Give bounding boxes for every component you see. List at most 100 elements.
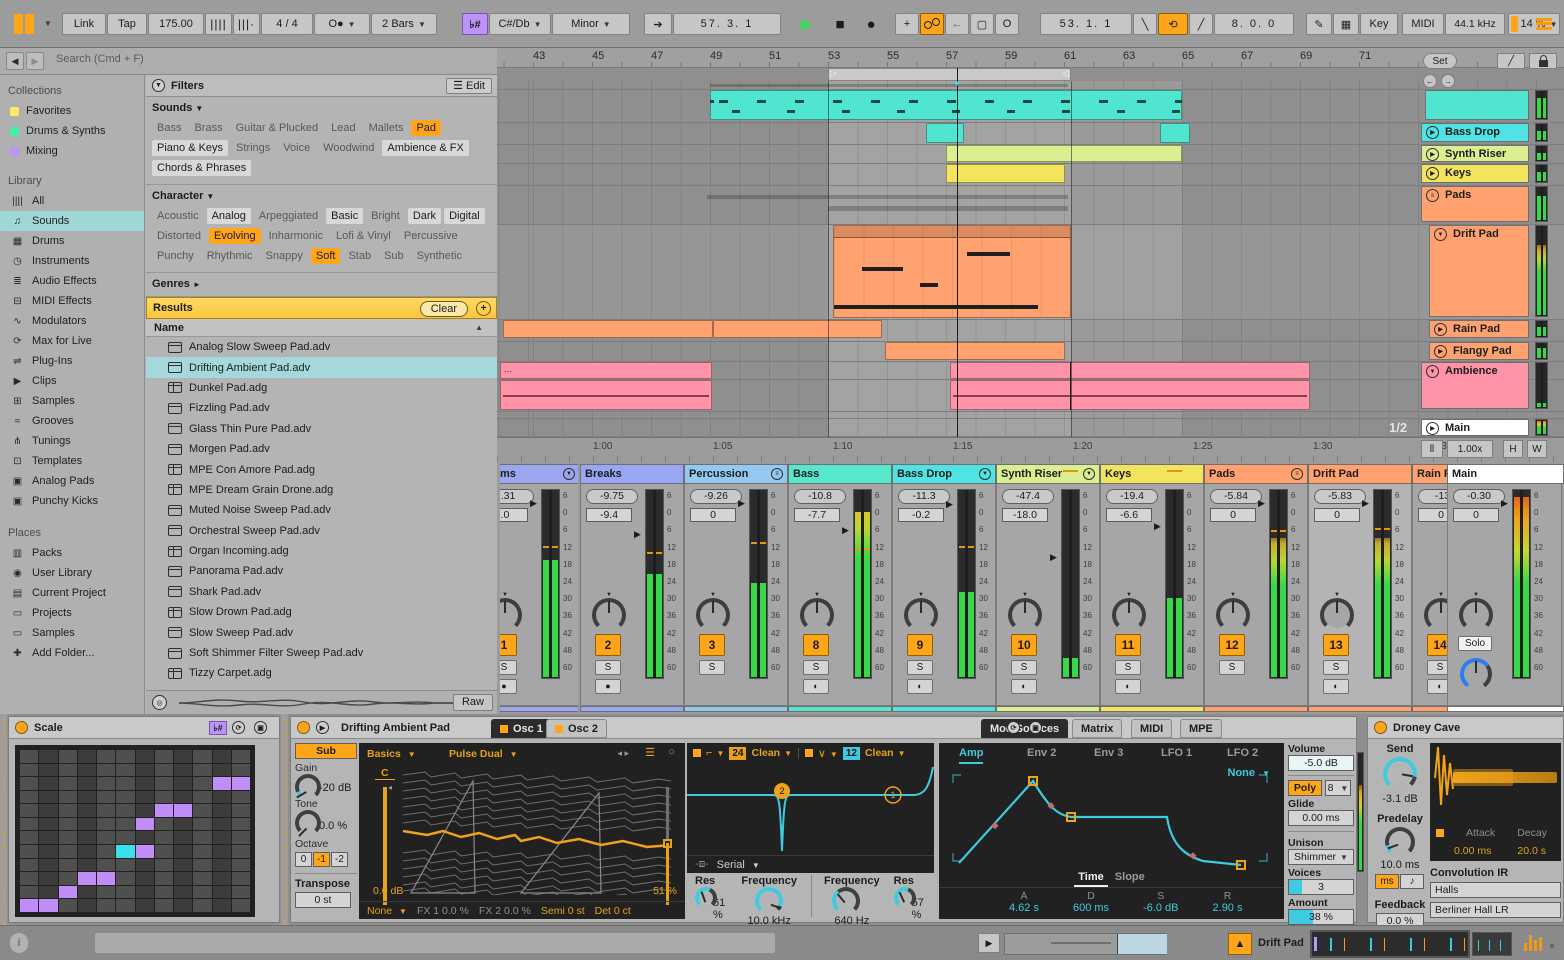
scale-grid-cell[interactable] xyxy=(77,899,96,912)
library-item[interactable]: ⟳ Max for Live xyxy=(0,331,144,351)
scale-grid-cell[interactable] xyxy=(20,872,39,885)
scale-grid-cell[interactable] xyxy=(193,899,212,912)
volume-field[interactable]: -7.7 xyxy=(794,508,840,522)
arrangement-clip[interactable] xyxy=(713,320,882,338)
circle-view-icon[interactable]: ○ xyxy=(668,746,675,758)
ir-category-menu[interactable]: Halls xyxy=(1430,882,1561,898)
lock-envelopes-button[interactable] xyxy=(1529,53,1557,69)
scale-grid-cell[interactable] xyxy=(174,845,193,858)
track-activator[interactable]: 1 xyxy=(500,634,517,656)
volume-fader-handle[interactable]: ▶ xyxy=(842,525,849,536)
filter2-freq-knob[interactable] xyxy=(832,887,860,915)
volume-fader-handle[interactable]: ▶ xyxy=(1050,552,1057,563)
library-item[interactable]: ♫ Sounds xyxy=(0,211,144,231)
filter-tag[interactable]: Inharmonic xyxy=(264,228,328,244)
scale-grid-cell[interactable] xyxy=(58,804,77,817)
arrangement-clip[interactable] xyxy=(500,380,712,410)
scale-grid-cell[interactable] xyxy=(116,872,135,885)
voices-field[interactable]: 3 xyxy=(1288,879,1354,895)
scale-grid-cell[interactable] xyxy=(97,763,116,777)
track-name[interactable]: Synth Riser xyxy=(1445,148,1506,160)
arm-button[interactable]: ◐ xyxy=(1115,679,1141,694)
live-logo[interactable]: ▼ xyxy=(14,0,54,48)
filter2-handle[interactable]: 2 xyxy=(779,786,784,796)
scale-grid-cell[interactable] xyxy=(135,858,154,872)
scale-grid-cell[interactable] xyxy=(154,817,173,831)
scale-grid-cell[interactable] xyxy=(193,763,212,777)
prev-marker-icon[interactable]: ← xyxy=(1423,74,1437,88)
solo-button[interactable]: S xyxy=(595,660,621,675)
scale-grid-cell[interactable] xyxy=(231,817,250,831)
midi-note[interactable] xyxy=(967,252,1010,256)
scale-badge-icon[interactable]: ♭# xyxy=(209,721,227,735)
peak-level-display[interactable]: -5.84 xyxy=(1210,489,1262,504)
zoom-height-button[interactable]: H xyxy=(1503,440,1523,458)
scale-grid-cell[interactable] xyxy=(39,804,58,817)
scale-grid-cell[interactable] xyxy=(39,885,58,899)
track-fold-icon[interactable]: ▶ xyxy=(1426,422,1439,435)
scale-grid-cell[interactable] xyxy=(193,885,212,899)
scale-grid-cell[interactable] xyxy=(77,790,96,804)
track-fold-icon[interactable]: ≡ xyxy=(1426,189,1439,202)
play-button[interactable]: ▶ xyxy=(790,13,824,35)
device-title[interactable]: Drifting Ambient Pad xyxy=(341,722,450,734)
library-item[interactable]: ⊟ MIDI Effects xyxy=(0,291,144,311)
scale-grid-cell[interactable] xyxy=(231,804,250,817)
scale-grid-cell[interactable] xyxy=(135,750,154,763)
forward-icon[interactable]: ▶ xyxy=(26,52,44,70)
menu-icon[interactable] xyxy=(1536,16,1552,31)
scale-grid-cell[interactable] xyxy=(212,817,231,831)
results-name-column-header[interactable]: Name ▲ xyxy=(146,319,497,337)
tab-osc2[interactable]: Osc 2 xyxy=(546,719,607,738)
volume-field[interactable]: -6.6 xyxy=(1106,508,1152,522)
scale-grid-cell[interactable] xyxy=(154,777,173,790)
track-header[interactable]: ▶ Flangy Pad xyxy=(1429,342,1529,360)
filter-tag[interactable]: Woodwind xyxy=(318,140,379,156)
scale-grid-cell[interactable] xyxy=(174,831,193,845)
result-row[interactable]: Orchestral Sweep Pad.adv xyxy=(146,521,497,541)
scale-grid-cell[interactable] xyxy=(39,750,58,763)
filter-tag[interactable]: Voice xyxy=(278,140,315,156)
filter2-type-icon[interactable]: ∨ ▼ xyxy=(818,747,838,760)
volume-fader-handle[interactable]: ▶ xyxy=(946,499,953,510)
solo-button[interactable]: S xyxy=(907,660,933,675)
ms-toggle[interactable]: ms xyxy=(1375,874,1399,889)
pan-knob[interactable] xyxy=(904,598,938,632)
track-header-icon[interactable]: ▼ xyxy=(1083,468,1095,480)
scale-grid-cell[interactable] xyxy=(97,831,116,845)
record-button[interactable]: ● xyxy=(856,13,886,35)
scale-grid-cell[interactable] xyxy=(20,790,39,804)
library-item[interactable]: ▦ Drums xyxy=(0,231,144,251)
collection-item[interactable]: Mixing xyxy=(0,141,144,161)
solo-button[interactable]: Solo xyxy=(1458,636,1492,651)
solo-button[interactable]: S xyxy=(500,660,517,675)
track-header-icon[interactable]: ≡ xyxy=(1291,468,1303,480)
fx2-value[interactable]: FX 2 0.0 % xyxy=(479,905,531,917)
scale-grid-cell[interactable] xyxy=(39,763,58,777)
pan-knob[interactable] xyxy=(1320,598,1354,632)
key-map-button[interactable]: Key xyxy=(1360,13,1398,35)
library-item[interactable]: ▣ Analog Pads xyxy=(0,471,144,491)
scale-grid-cell[interactable] xyxy=(58,831,77,845)
scale-grid-cell[interactable] xyxy=(20,899,39,912)
send-value[interactable]: -3.1 dB xyxy=(1372,793,1428,805)
effect-mode-menu[interactable]: None ▼ xyxy=(367,905,407,917)
scale-grid-cell[interactable] xyxy=(212,804,231,817)
arrangement-overview[interactable] xyxy=(1004,933,1167,955)
device-on-led[interactable] xyxy=(297,721,310,734)
filter-response-display[interactable]: 2 1 xyxy=(687,763,934,855)
result-row[interactable]: Muted Noise Sweep Pad.adv xyxy=(146,500,497,520)
solo-button[interactable]: S xyxy=(803,660,829,675)
scale-grid-cell[interactable] xyxy=(97,845,116,858)
scale-grid-cell[interactable] xyxy=(154,845,173,858)
library-item[interactable]: ⊡ Templates xyxy=(0,451,144,471)
mixer-track-name[interactable]: Rain Pad xyxy=(1412,464,1447,484)
filter-tag[interactable]: Basic xyxy=(326,208,364,224)
solo-button[interactable]: S xyxy=(1427,660,1447,675)
tab-midi[interactable]: MIDI xyxy=(1131,719,1173,738)
scale-grid-cell[interactable] xyxy=(154,750,173,763)
scale-grid-cell[interactable] xyxy=(116,845,135,858)
volume-field[interactable]: 0 xyxy=(1314,508,1360,522)
scale-grid-cell[interactable] xyxy=(116,790,135,804)
peak-level-display[interactable]: -5.83 xyxy=(1314,489,1366,504)
